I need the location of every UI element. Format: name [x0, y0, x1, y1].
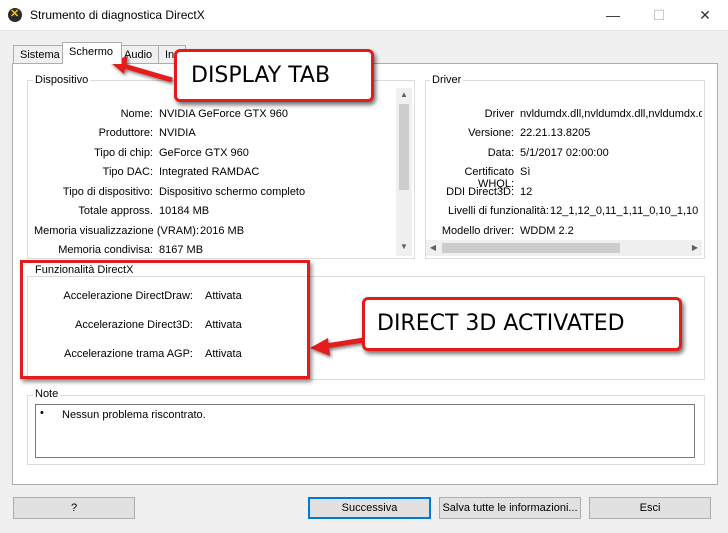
directx-highlight-box	[20, 260, 310, 379]
direct3d-arrow	[325, 337, 365, 349]
tab-schermo[interactable]: Schermo	[62, 42, 122, 64]
display-tab-callout: DISPLAY TAB	[174, 49, 374, 102]
display-tab-arrow	[123, 63, 173, 83]
direct3d-callout: DIRECT 3D ACTIVATED	[362, 297, 682, 351]
direct3d-arrowhead	[310, 338, 330, 356]
